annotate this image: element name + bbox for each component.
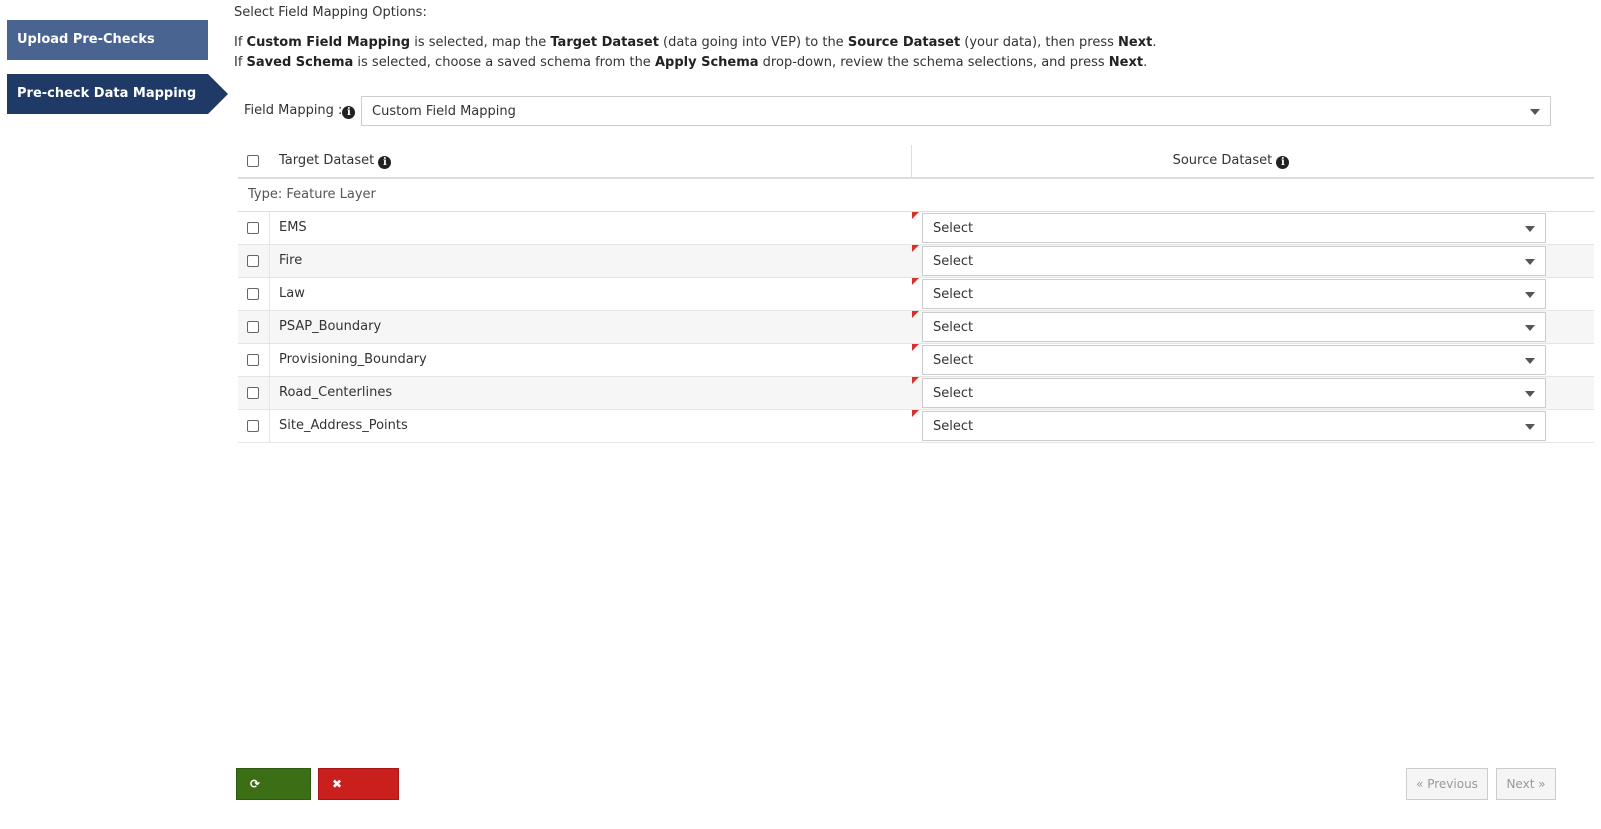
source-dataset-value: Select xyxy=(933,353,974,368)
row-checkbox-cell xyxy=(238,311,270,343)
field-mapping-label: Field Mapping :i xyxy=(244,103,356,119)
chevron-down-icon xyxy=(1530,109,1540,115)
row-checkbox[interactable] xyxy=(247,354,259,366)
source-dataset-value: Select xyxy=(933,254,974,269)
required-flag-icon xyxy=(912,212,919,219)
info-icon[interactable]: i xyxy=(378,156,392,169)
row-checkbox[interactable] xyxy=(247,255,259,267)
source-dataset-value: Select xyxy=(933,287,974,302)
source-dataset-value: Select xyxy=(933,320,974,335)
target-dataset-name: PSAP_Boundary xyxy=(279,319,382,334)
target-dataset-name: Road_Centerlines xyxy=(279,385,393,400)
step-pre-check-data-mapping[interactable]: Pre-check Data Mapping xyxy=(7,74,228,114)
wizard-steps: Upload Pre-Checks Pre-check Data Mapping xyxy=(7,20,233,114)
source-dataset-select[interactable]: Select xyxy=(922,345,1546,375)
info-icon[interactable]: i xyxy=(1276,156,1290,169)
page-heading: Select Field Mapping Options: xyxy=(234,5,427,20)
field-mapping-value: Custom Field Mapping xyxy=(372,104,516,119)
source-dataset-select[interactable]: Select xyxy=(922,312,1546,342)
table-row: Provisioning_Boundary Select xyxy=(238,344,1594,377)
source-dataset-select[interactable]: Select xyxy=(922,246,1546,276)
previous-button[interactable]: « Previous xyxy=(1406,768,1488,800)
instruction-line-2: If Saved Schema is selected, choose a sa… xyxy=(234,55,1148,70)
field-mapping-select[interactable]: Custom Field Mapping xyxy=(361,96,1551,126)
row-checkbox-cell xyxy=(238,377,270,409)
table-row: Fire Select xyxy=(238,245,1594,278)
required-flag-icon xyxy=(912,410,919,417)
chevron-down-icon xyxy=(1525,325,1535,331)
target-dataset-name: EMS xyxy=(279,220,307,235)
row-checkbox-cell xyxy=(238,212,270,244)
row-checkbox[interactable] xyxy=(247,387,259,399)
row-checkbox-cell xyxy=(238,278,270,310)
select-all-checkbox[interactable] xyxy=(247,155,259,167)
table-row: Law Select xyxy=(238,278,1594,311)
mapping-table: Target Dataset i Source Dataset i Type: … xyxy=(238,145,1594,443)
header-source-dataset: Source Dataset i xyxy=(911,153,1551,169)
source-dataset-select[interactable]: Select xyxy=(922,213,1546,243)
row-checkbox[interactable] xyxy=(247,321,259,333)
target-dataset-name: Site_Address_Points xyxy=(279,418,408,433)
required-flag-icon xyxy=(912,344,919,351)
row-checkbox-cell xyxy=(238,344,270,376)
row-checkbox[interactable] xyxy=(247,288,259,300)
reset-button[interactable]: ⟳Reset xyxy=(236,768,311,821)
target-dataset-name: Law xyxy=(279,286,305,301)
table-row: Site_Address_Points Select xyxy=(238,410,1594,443)
chevron-down-icon xyxy=(1525,226,1535,232)
source-dataset-select[interactable]: Select xyxy=(922,279,1546,309)
chevron-down-icon xyxy=(1525,358,1535,364)
table-row: PSAP_Boundary Select xyxy=(238,311,1594,344)
required-flag-icon xyxy=(912,245,919,252)
target-dataset-name: Provisioning_Boundary xyxy=(279,352,427,367)
cancel-button[interactable]: ✖Cancel xyxy=(318,768,399,821)
source-dataset-value: Select xyxy=(933,221,974,236)
table-row: Road_Centerlines Select xyxy=(238,377,1594,410)
chevron-down-icon xyxy=(1525,424,1535,430)
chevron-down-icon xyxy=(1525,292,1535,298)
chevron-down-icon xyxy=(1525,259,1535,265)
next-button[interactable]: Next » xyxy=(1496,768,1556,800)
required-flag-icon xyxy=(912,377,919,384)
group-label: Type: Feature Layer xyxy=(238,179,1594,212)
refresh-icon: ⟳ xyxy=(249,777,261,791)
source-dataset-value: Select xyxy=(933,419,974,434)
row-checkbox-cell xyxy=(238,410,270,442)
row-checkbox[interactable] xyxy=(247,420,259,432)
row-checkbox[interactable] xyxy=(247,222,259,234)
source-dataset-select[interactable]: Select xyxy=(922,378,1546,408)
source-dataset-select[interactable]: Select xyxy=(922,411,1546,441)
required-flag-icon xyxy=(912,311,919,318)
instruction-line-1: If Custom Field Mapping is selected, map… xyxy=(234,35,1157,50)
row-checkbox-cell xyxy=(238,245,270,277)
table-header: Target Dataset i Source Dataset i xyxy=(238,145,1594,179)
info-icon[interactable]: i xyxy=(342,106,356,119)
target-dataset-name: Fire xyxy=(279,253,303,268)
header-target-dataset: Target Dataset i xyxy=(279,153,392,169)
field-mapping-row: Field Mapping :i Custom Field Mapping xyxy=(244,96,1594,128)
source-dataset-value: Select xyxy=(933,386,974,401)
close-icon: ✖ xyxy=(331,777,343,791)
chevron-down-icon xyxy=(1525,391,1535,397)
table-row: EMS Select xyxy=(238,212,1594,245)
required-flag-icon xyxy=(912,278,919,285)
step-upload-pre-checks[interactable]: Upload Pre-Checks xyxy=(7,20,208,60)
